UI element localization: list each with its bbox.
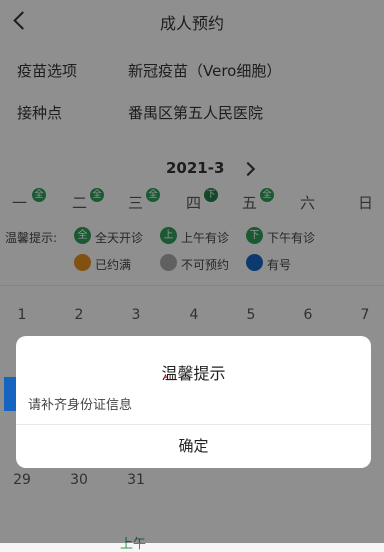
dialog-title: 温馨提示 <box>161 364 226 383</box>
confirm-button[interactable]: 确定 <box>16 425 371 468</box>
alert-dialog: 温馨提示 请补齐身份证信息 确定 <box>16 336 371 468</box>
dialog-message: 请补齐身份证信息 <box>28 398 133 413</box>
cursor-mark <box>164 376 167 378</box>
